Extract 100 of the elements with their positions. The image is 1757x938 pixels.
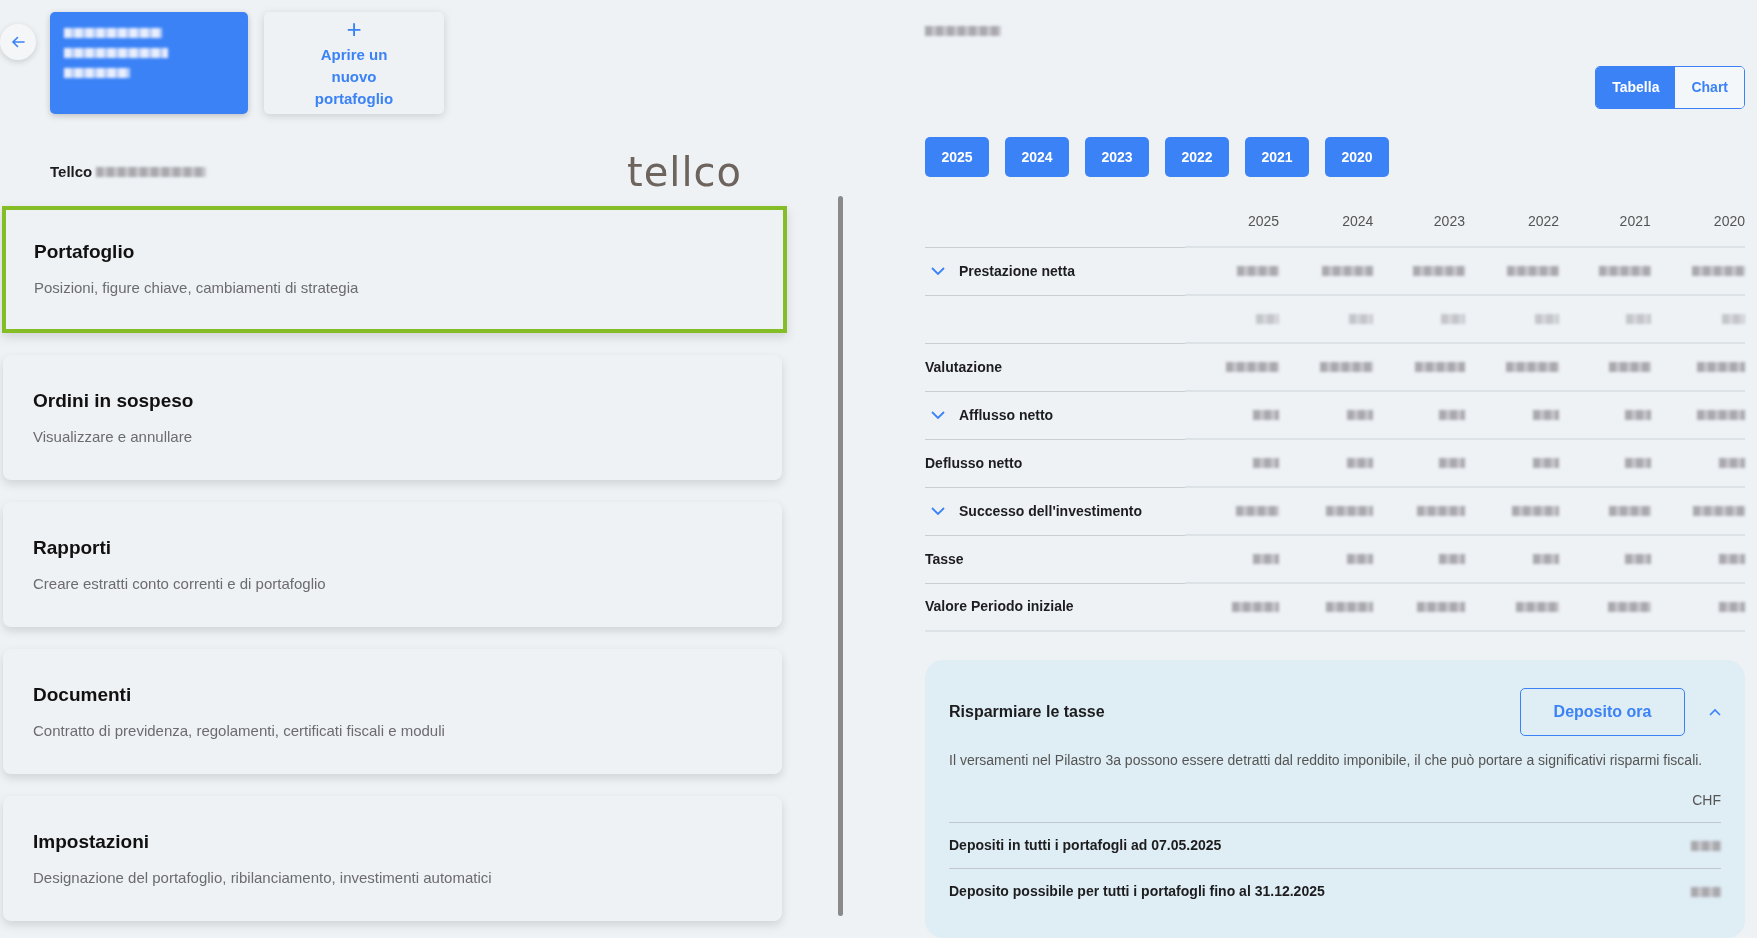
blurred-value <box>1439 409 1465 420</box>
provider-label: Tellco <box>50 161 93 182</box>
blurred-value <box>1607 601 1651 612</box>
menu-card[interactable]: Documenti Contratto di previdenza, regolamenti, certificati fiscali e moduli <box>3 649 782 774</box>
blurred-value <box>1697 361 1745 372</box>
blurred-value <box>1320 361 1374 372</box>
blurred-value <box>1225 361 1280 372</box>
row-label: Successo dell'investimento <box>959 502 1143 519</box>
blurred-value <box>1719 553 1745 564</box>
card-title: Portafoglio <box>34 240 136 264</box>
card-subtitle: Visualizzare e annullare <box>33 426 193 447</box>
blurred-value <box>1719 457 1745 468</box>
chevron-down-icon[interactable] <box>931 411 945 421</box>
deposit-button[interactable]: Deposito ora <box>1520 688 1685 736</box>
blurred-value <box>1533 457 1560 468</box>
column-header: 2024 <box>1279 199 1374 247</box>
year-button[interactable]: 2021 <box>1245 137 1309 177</box>
blurred-value <box>1511 505 1560 516</box>
chevron-down-icon[interactable] <box>931 267 945 277</box>
blurred-value <box>1505 361 1560 372</box>
year-button[interactable]: 2025 <box>925 137 989 177</box>
blurred-value <box>1533 553 1560 564</box>
tellco-logo: tellco <box>627 152 742 192</box>
card-title: Impostazioni <box>33 830 151 854</box>
blurred-value <box>1719 601 1745 612</box>
blurred-value <box>1691 265 1745 276</box>
column-header: 2021 <box>1559 199 1651 247</box>
blurred-value <box>1507 265 1560 276</box>
blurred-value <box>1321 265 1374 276</box>
blurred-value <box>1439 457 1465 468</box>
blurred-value <box>1237 265 1280 276</box>
blurred-value <box>1533 409 1560 420</box>
blurred-value <box>1347 457 1374 468</box>
blurred-value <box>1624 457 1651 468</box>
blurred-value <box>1721 313 1745 324</box>
blurred-value <box>1439 553 1465 564</box>
card-subtitle: Designazione del portafoglio, ribilanciamento, investimenti automatici <box>33 867 493 888</box>
column-header: 2023 <box>1373 199 1465 247</box>
column-header: 2020 <box>1650 199 1745 247</box>
chevron-up-icon[interactable] <box>1709 708 1721 716</box>
column-header: 2025 <box>1185 199 1280 247</box>
blurred-value <box>1626 313 1651 324</box>
blurred-value <box>1325 505 1374 516</box>
blurred-value <box>1534 313 1560 324</box>
row-label: Valutazione <box>925 358 1003 375</box>
card-title: Documenti <box>33 683 133 707</box>
menu-card[interactable]: Rapporti Creare estratti conto correnti e di portafoglio <box>3 502 782 627</box>
year-button[interactable]: 2022 <box>1165 137 1229 177</box>
new-portfolio-button[interactable]: + Aprire un nuovo portafoglio <box>264 12 444 114</box>
blurred-value <box>1515 601 1560 612</box>
blurred-value <box>1236 505 1280 516</box>
blurred-value <box>1231 601 1280 612</box>
blurred-value <box>1697 409 1745 420</box>
blurred-value <box>1691 886 1721 897</box>
back-button[interactable] <box>0 24 36 60</box>
row-label: Deposito possibile per tutti i portafogli fino al 31.12.2025 <box>949 882 1325 902</box>
account-card[interactable] <box>50 12 248 114</box>
year-button[interactable]: 2020 <box>1325 137 1389 177</box>
currency-label: CHF <box>1692 792 1721 809</box>
year-button[interactable]: 2023 <box>1085 137 1149 177</box>
blurred-value <box>1413 265 1465 276</box>
card-subtitle: Contratto di previdenza, regolamenti, certificati fiscali e moduli <box>33 720 446 741</box>
row-label: Valore Periodo iniziale <box>925 598 1074 615</box>
blurred-value <box>1253 457 1280 468</box>
blurred-value <box>1417 505 1465 516</box>
row-label: Prestazione netta <box>959 262 1075 279</box>
blurred-value <box>1624 409 1651 420</box>
blurred-value <box>1609 361 1651 372</box>
blurred-value <box>1440 313 1465 324</box>
blurred-value <box>1325 601 1374 612</box>
menu-card[interactable]: Ordini in sospeso Visualizzare e annullare <box>3 355 782 480</box>
blurred-value <box>1348 313 1374 324</box>
card-title: Ordini in sospeso <box>33 389 195 413</box>
card-title: Rapporti <box>33 536 113 560</box>
card-subtitle: Creare estratti conto correnti e di portafoglio <box>33 573 327 594</box>
panel-text: Il versamenti nel Pilastro 3a possono essere detratti dal reddito imponibile, il che può portare a significativi risparmi fiscali. <box>949 751 1704 770</box>
blurred-value <box>1691 840 1721 851</box>
row-label: Afflusso netto <box>959 406 1054 423</box>
chevron-down-icon[interactable] <box>931 507 945 517</box>
year-button[interactable]: 2024 <box>1005 137 1069 177</box>
blurred-value <box>1347 409 1374 420</box>
row-label: Deflusso netto <box>925 454 1023 471</box>
scrollbar[interactable] <box>838 196 843 916</box>
card-subtitle: Posizioni, figure chiave, cambiamenti di strategia <box>34 277 360 298</box>
view-tab[interactable]: Chart <box>1675 67 1744 108</box>
blurred-value <box>1253 553 1280 564</box>
view-tab[interactable]: Tabella <box>1596 67 1676 108</box>
blurred-value <box>1609 505 1651 516</box>
blurred-value <box>1598 265 1651 276</box>
blurred-text <box>64 68 130 78</box>
blurred-value <box>1624 553 1651 564</box>
blurred-value <box>1414 361 1465 372</box>
menu-card[interactable]: Impostazioni Designazione del portafoglio, ribilanciamento, investimenti automatici <box>3 796 782 921</box>
blurred-value <box>1253 409 1280 420</box>
blurred-value <box>1347 553 1374 564</box>
panel-title: Risparmiare le tasse <box>949 702 1105 722</box>
row-label: Tasse <box>925 550 964 567</box>
blurred-value <box>1693 505 1745 516</box>
blurred-value <box>1417 601 1465 612</box>
menu-card[interactable]: Portafoglio Posizioni, figure chiave, cambiamenti di strategia <box>2 206 787 333</box>
